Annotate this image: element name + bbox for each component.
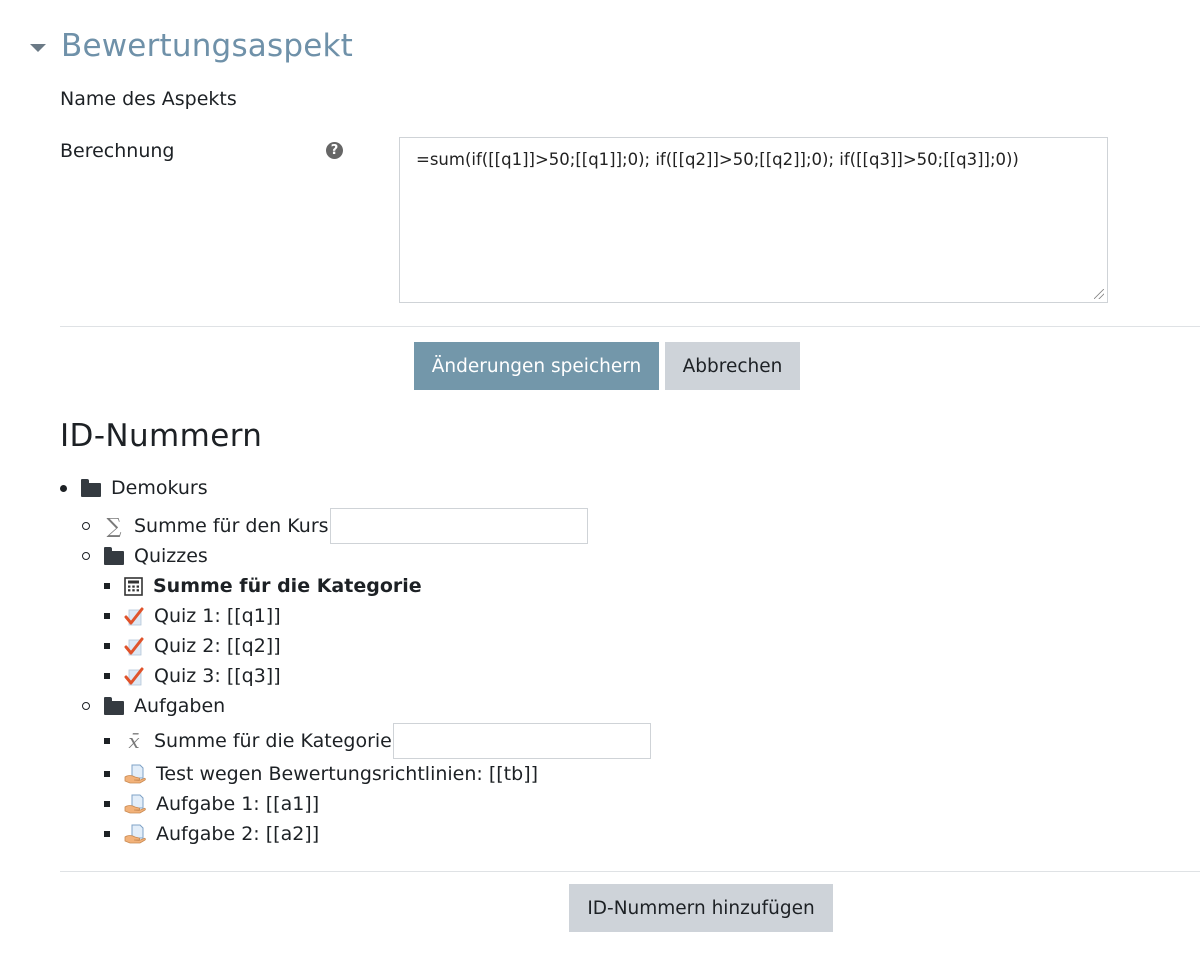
collapse-caret-icon[interactable]: [30, 44, 46, 52]
course-label: Demokurs: [111, 477, 208, 499]
quizzes-total-label: Summe für die Kategorie: [153, 575, 422, 597]
tree-quiz-item: Quiz 1: [[q1]]: [104, 602, 281, 630]
assignments-total-idnumber-input[interactable]: [392, 723, 651, 759]
tree-quiz-item: Quiz 3: [[q3]]: [104, 662, 281, 690]
assignments-total-label: Summe für die Kategorie: [154, 730, 392, 752]
tree-assignment-item: Aufgabe 1: [[a1]]: [104, 790, 319, 818]
tree-assignment-item: Test wegen Bewertungsrichtlinien: [[tb]]: [104, 760, 538, 788]
bullet: [104, 673, 110, 679]
aspect-name-label: Name des Aspekts: [60, 88, 237, 110]
quiz-1-label: Quiz 1: [[q1]]: [154, 605, 281, 627]
help-icon[interactable]: ?: [326, 142, 343, 159]
bullet: [104, 831, 110, 837]
quiz-check-icon: [124, 666, 144, 686]
quiz-2-label: Quiz 2: [[q2]]: [154, 635, 281, 657]
bullet: [82, 522, 90, 530]
bullet: [104, 801, 110, 807]
tree-course-total: ∑ Summe für den Kurs: [82, 508, 588, 544]
divider: [60, 326, 1200, 327]
sigma-icon: ∑: [106, 514, 122, 538]
section-title: Bewertungsaspekt: [61, 28, 353, 64]
assignment-icon: [124, 794, 146, 814]
bullet: [60, 484, 67, 492]
assignment-1-label: Aufgabe 1: [[a1]]: [156, 793, 320, 815]
calculation-label: Berechnung: [60, 140, 175, 162]
folder-icon: [104, 696, 124, 715]
divider: [60, 871, 1200, 872]
folder-icon: [104, 546, 124, 565]
tree-assignments-total: x̄ Summe für die Kategorie: [104, 723, 651, 759]
tree-quizzes-category: Quizzes: [82, 542, 208, 570]
quiz-check-icon: [124, 636, 144, 656]
mean-icon: x̄: [128, 729, 140, 753]
calculation-text: =sum(if([[q1]]>50;[[q1]];0); if([[q2]]>5…: [416, 150, 1019, 169]
add-idnumbers-button[interactable]: ID-Nummern hinzufügen: [569, 884, 833, 932]
bullet: [104, 583, 110, 589]
bullet: [82, 702, 90, 710]
assignment-icon: [124, 764, 146, 784]
bullet: [104, 771, 110, 777]
tree-assignment-item: Aufgabe 2: [[a2]]: [104, 820, 319, 848]
bullet: [104, 613, 110, 619]
quizzes-label: Quizzes: [134, 545, 208, 567]
cancel-button[interactable]: Abbrechen: [665, 342, 800, 390]
quiz-check-icon: [124, 606, 144, 626]
resize-handle-icon[interactable]: [1094, 289, 1104, 299]
bullet: [104, 643, 110, 649]
quiz-3-label: Quiz 3: [[q3]]: [154, 665, 281, 687]
tree-quiz-item: Quiz 2: [[q2]]: [104, 632, 281, 660]
assignment-test-label: Test wegen Bewertungsrichtlinien: [[tb]]: [156, 763, 539, 785]
assignments-label: Aufgaben: [134, 695, 226, 717]
calculation-textarea[interactable]: =sum(if([[q1]]>50;[[q1]];0); if([[q2]]>5…: [399, 137, 1108, 303]
idnumbers-title: ID-Nummern: [60, 418, 263, 454]
folder-icon: [81, 478, 101, 497]
tree-course: Demokurs: [60, 474, 208, 502]
course-total-idnumber-input[interactable]: [329, 508, 588, 544]
course-total-label: Summe für den Kurs: [134, 515, 329, 537]
bullet: [104, 738, 110, 744]
save-changes-button[interactable]: Änderungen speichern: [414, 342, 659, 390]
tree-quizzes-total: Summe für die Kategorie: [104, 572, 422, 600]
tree-assignments-category: Aufgaben: [82, 692, 225, 720]
assignment-icon: [124, 824, 146, 844]
section-header: Bewertungsaspekt: [30, 28, 353, 64]
calculator-icon: [124, 576, 143, 596]
assignment-2-label: Aufgabe 2: [[a2]]: [156, 823, 320, 845]
bullet: [82, 552, 90, 560]
